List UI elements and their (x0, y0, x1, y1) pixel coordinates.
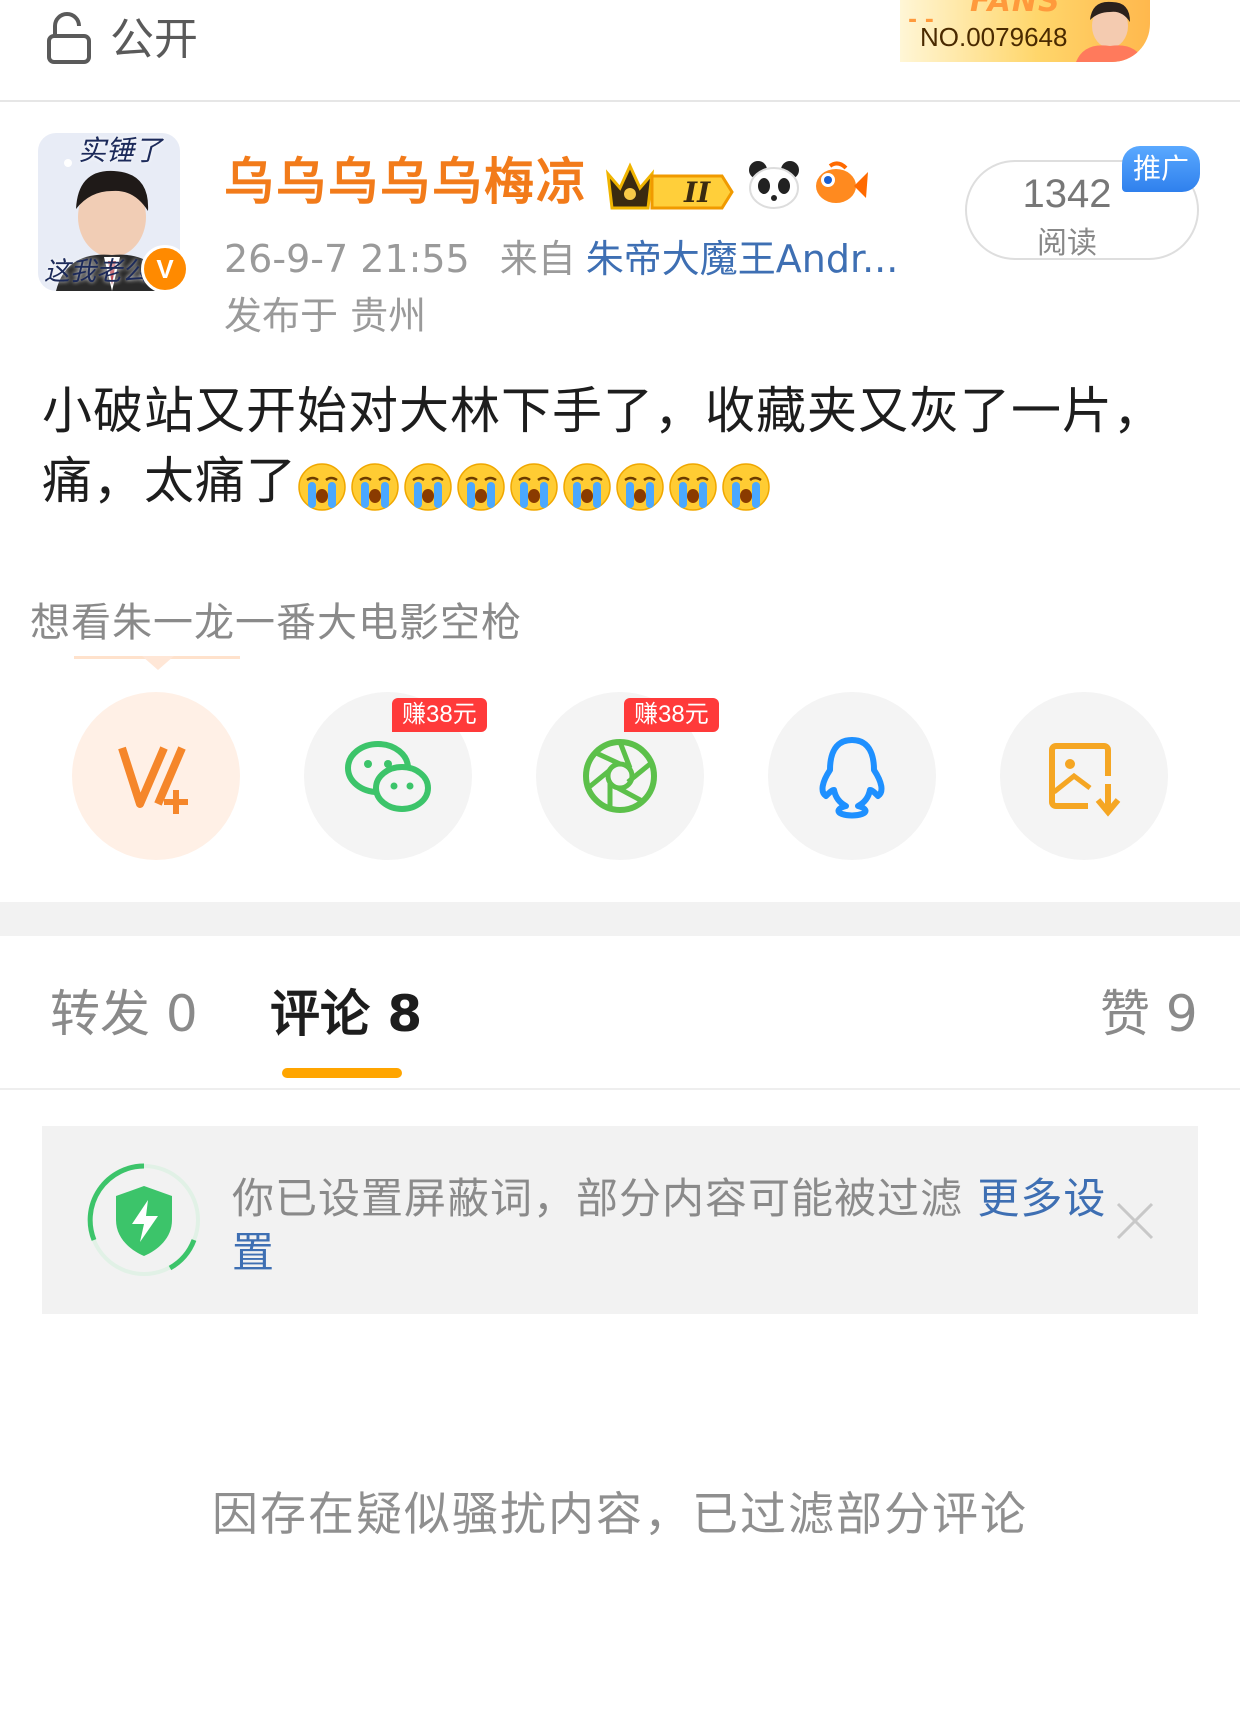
fish-icon[interactable] (810, 158, 870, 210)
qq-icon (819, 737, 885, 819)
from-label: 来自 (499, 237, 576, 281)
close-icon[interactable] (1112, 1198, 1158, 1244)
fans-avatar-image (1076, 1, 1144, 62)
vplus-icon (118, 746, 188, 814)
panda-icon[interactable] (746, 158, 802, 210)
crying-emoji-icon (510, 462, 558, 511)
crying-emoji-icon (669, 462, 717, 511)
post-meta: 26-9-7 21:55 来自 朱帝大魔王Andr... (224, 236, 898, 282)
active-tab-indicator (282, 1068, 402, 1078)
device-link[interactable]: 朱帝大魔王Andr... (586, 237, 899, 281)
filtered-comments-notice: 因存在疑似骚扰内容，已过滤部分评论 (212, 1487, 1028, 1541)
visibility-label[interactable]: 公开 (110, 14, 198, 66)
tab-repost[interactable]: 转发 0 (50, 984, 198, 1044)
crying-emoji-icon (722, 462, 770, 511)
save-image-button[interactable] (1000, 692, 1168, 860)
fans-number: NO.0079648 (920, 22, 1068, 52)
crying-emoji-icon (457, 462, 505, 511)
filter-notice: 你已设置屏蔽词，部分内容可能被过滤 更多设置 (42, 1126, 1198, 1314)
post-timestamp: 26-9-7 21:55 (224, 237, 470, 281)
author-name[interactable]: 乌乌乌乌乌梅凉 (224, 152, 588, 212)
vplus-share-button[interactable] (72, 692, 240, 860)
crying-emoji-icon (351, 462, 399, 511)
post-content: 小破站又开始对大林下手了，收藏夹又灰了一片，痛，太痛了 (42, 376, 1202, 520)
crying-emoji-icon (298, 462, 346, 511)
promote-tag[interactable]: 推广 (1122, 146, 1200, 192)
save-image-icon (1049, 743, 1121, 817)
supertopic-caret (142, 656, 174, 670)
crying-emoji-icon (616, 462, 664, 511)
filter-notice-message: 你已设置屏蔽词，部分内容可能被过滤 (232, 1174, 978, 1223)
vip-level: II (683, 176, 711, 209)
supertopic-link[interactable]: 想看朱一龙一番大电影空枪 (30, 598, 522, 648)
verified-badge: V (141, 245, 189, 293)
tabs-divider (0, 1088, 1240, 1090)
section-divider (0, 902, 1240, 936)
unlock-icon[interactable] (46, 12, 92, 64)
fans-badge[interactable]: - - FANS NO.0079648 (900, 0, 1150, 62)
post-location: 发布于 贵州 (224, 294, 427, 338)
vip-crown-icon[interactable]: II (604, 158, 736, 214)
shield-icon (87, 1163, 200, 1276)
crying-emoji-icon (404, 462, 452, 511)
avatar-caption-bottom: 这我老公 (44, 257, 149, 287)
top-bar: 公开 - - FANS NO.0079648 (0, 0, 1240, 102)
moments-icon (583, 739, 657, 813)
crying-emoji-row (297, 450, 774, 520)
earn-tag-moments: 赚38元 (624, 698, 719, 732)
wechat-icon (345, 741, 431, 812)
filter-notice-text: 你已设置屏蔽词，部分内容可能被过滤 更多设置 (232, 1172, 1112, 1280)
tab-comment[interactable]: 评论 8 (270, 984, 422, 1044)
qq-share-button[interactable] (768, 692, 936, 860)
earn-tag-wechat: 赚38元 (392, 698, 487, 732)
fans-word: FANS (970, 0, 1061, 19)
avatar-caption-top: 实锤了 (78, 134, 163, 167)
read-label: 阅读 (1037, 226, 1097, 261)
crying-emoji-icon (563, 462, 611, 511)
tab-like[interactable]: 赞 9 (1100, 984, 1198, 1044)
